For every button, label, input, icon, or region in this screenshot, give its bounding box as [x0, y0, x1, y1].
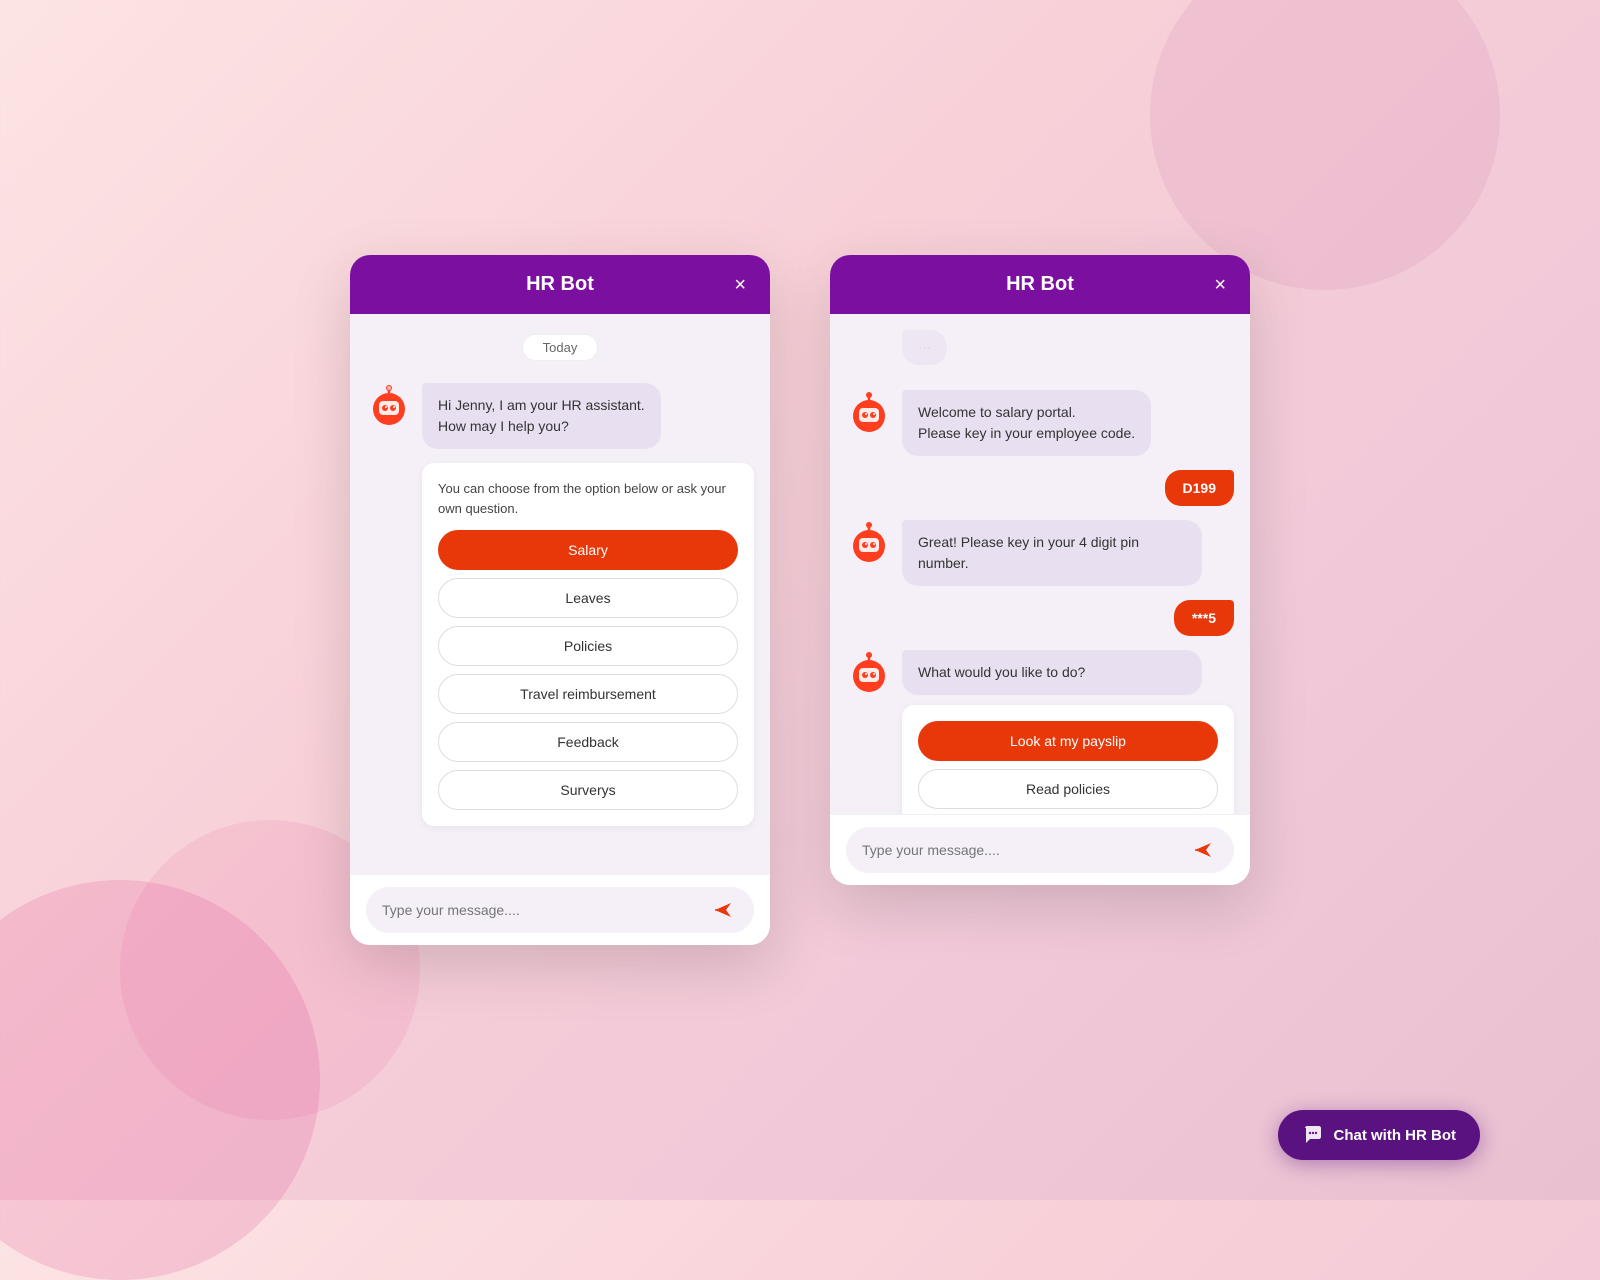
right-chat-body: ··· We: [830, 314, 1250, 814]
user-pin-row: ***5: [846, 600, 1234, 636]
user-pin-bubble: ***5: [1174, 600, 1234, 636]
bot-action-bubble: What would you like to do?: [902, 650, 1202, 695]
user-code-row: D199: [846, 470, 1234, 506]
right-chat-header: HR Bot ×: [830, 255, 1250, 314]
right-chat-footer: [830, 814, 1250, 885]
left-chat-footer: [350, 874, 770, 945]
options-card: You can choose from the option below or …: [422, 463, 754, 826]
chat-windows-container: HR Bot × Today: [350, 255, 1250, 945]
option-surveys[interactable]: Surverys: [438, 770, 738, 810]
left-send-button[interactable]: [708, 895, 738, 925]
bot-action-row: What would you like to do? Look at my pa…: [846, 650, 1234, 814]
left-chat-window: HR Bot × Today: [350, 255, 770, 945]
chat-bubble-icon: [1302, 1124, 1324, 1146]
option-feedback[interactable]: Feedback: [438, 722, 738, 762]
bot-avatar-action: [846, 650, 892, 696]
option-travel[interactable]: Travel reimbursement: [438, 674, 738, 714]
right-chat-title: HR Bot: [1006, 273, 1074, 296]
left-message-input[interactable]: [382, 902, 700, 918]
chat-fab-button[interactable]: Chat with HR Bot: [1278, 1110, 1480, 1160]
option-salary[interactable]: Salary: [438, 530, 738, 570]
partial-message-row: ···: [846, 330, 1234, 376]
left-chat-header: HR Bot ×: [350, 255, 770, 314]
right-message-input[interactable]: [862, 842, 1180, 858]
bot-greeting-bubble: Hi Jenny, I am your HR assistant. How ma…: [422, 383, 661, 449]
date-badge: Today: [522, 334, 599, 361]
user-code-bubble: D199: [1165, 470, 1234, 506]
bot-greeting-row: Hi Jenny, I am your HR assistant. How ma…: [366, 383, 754, 449]
left-chat-body: Today: [350, 314, 770, 874]
bot-welcome-bubble: Welcome to salary portal. Please key in …: [902, 390, 1151, 456]
options-intro-text: You can choose from the option below or …: [438, 479, 738, 518]
bot-pin-bubble: Great! Please key in your 4 digit pin nu…: [902, 520, 1202, 586]
bot-avatar-pin: [846, 520, 892, 566]
bot-pin-row: Great! Please key in your 4 digit pin nu…: [846, 520, 1234, 586]
right-input-row: [846, 827, 1234, 873]
send-icon: [712, 899, 734, 921]
right-send-button[interactable]: [1188, 835, 1218, 865]
option-leaves[interactable]: Leaves: [438, 578, 738, 618]
option-policies[interactable]: Policies: [438, 626, 738, 666]
bot-avatar: [366, 383, 412, 429]
right-close-button[interactable]: ×: [1210, 271, 1230, 299]
left-close-button[interactable]: ×: [730, 271, 750, 299]
right-chat-window: HR Bot × ···: [830, 255, 1250, 885]
left-input-row: [366, 887, 754, 933]
partial-message-bubble: ···: [902, 330, 947, 365]
left-chat-title: HR Bot: [526, 273, 594, 296]
right-options-card: Look at my payslip Read policies Make a …: [902, 705, 1234, 814]
chat-fab-label: Chat with HR Bot: [1334, 1127, 1456, 1144]
bot-avatar-welcome: [846, 390, 892, 436]
bg-decoration-3: [1150, 0, 1500, 290]
option-read-policies[interactable]: Read policies: [918, 769, 1218, 809]
send-icon-right: [1192, 839, 1214, 861]
bot-welcome-row: Welcome to salary portal. Please key in …: [846, 390, 1234, 456]
date-divider: Today: [366, 334, 754, 361]
option-payslip[interactable]: Look at my payslip: [918, 721, 1218, 761]
